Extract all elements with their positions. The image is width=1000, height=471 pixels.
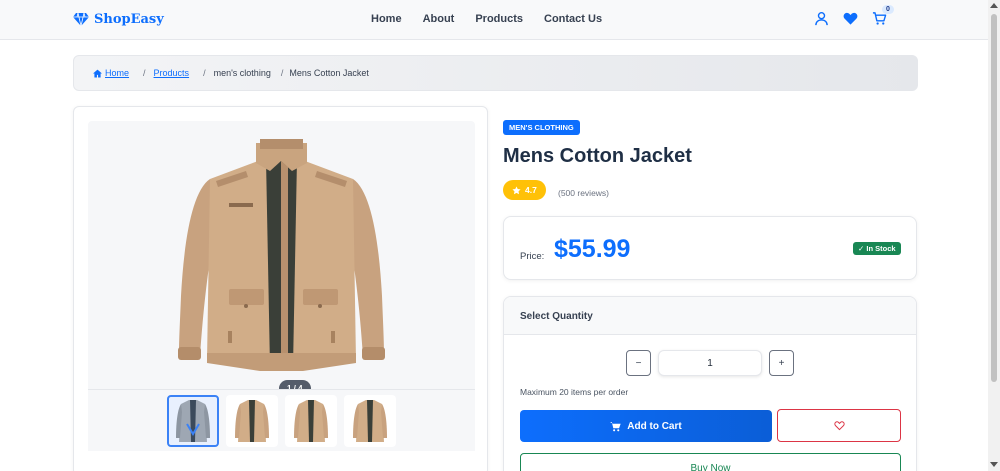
- price-card: Price: $55.99 ✓ In Stock: [503, 216, 917, 280]
- jacket-thumbnail-image: [353, 399, 387, 442]
- breadcrumb-products[interactable]: Products: [154, 68, 190, 78]
- add-to-cart-label: Add to Cart: [627, 420, 682, 432]
- page-scrollbar[interactable]: [988, 0, 1000, 471]
- scrollbar-thumb[interactable]: [991, 14, 997, 382]
- brand-logo[interactable]: ShopEasy: [73, 11, 164, 27]
- category-badge: MEN'S CLOTHING: [503, 120, 580, 135]
- star-icon: [512, 185, 521, 194]
- wishlist-button[interactable]: [777, 409, 901, 442]
- scroll-up-arrow-icon[interactable]: [990, 3, 998, 8]
- nav-links: Home About Products Contact Us: [371, 13, 623, 25]
- price-value: $55.99: [554, 235, 631, 263]
- heart-icon[interactable]: [843, 11, 858, 26]
- stock-badge: ✓ In Stock: [853, 242, 901, 255]
- nav-link-contact[interactable]: Contact Us: [544, 13, 602, 25]
- product-title: Mens Cotton Jacket: [503, 145, 692, 167]
- nav-icons: 0: [814, 5, 894, 26]
- add-to-cart-button[interactable]: Add to Cart: [520, 410, 772, 442]
- breadcrumb-current: Mens Cotton Jacket: [289, 68, 369, 78]
- price-label: Price:: [520, 251, 545, 262]
- navbar: ShopEasy Home About Products Contact Us …: [0, 0, 1000, 40]
- rating-value: 4.7: [525, 185, 537, 195]
- nav-link-products[interactable]: Products: [475, 13, 523, 25]
- breadcrumb-home-label: Home: [105, 68, 130, 78]
- gem-icon: [73, 12, 89, 27]
- quantity-stepper: − +: [626, 350, 794, 376]
- cart-button[interactable]: 0: [872, 5, 894, 26]
- quantity-limit-note: Maximum 20 items per order: [520, 387, 629, 397]
- nav-link-home[interactable]: Home: [371, 13, 402, 25]
- thumbnail[interactable]: [285, 394, 337, 447]
- cart-icon: [610, 421, 621, 431]
- jacket-image: [178, 139, 385, 371]
- quantity-header: Select Quantity: [504, 297, 916, 335]
- main-product-image[interactable]: 1 / 4: [88, 121, 475, 394]
- buy-now-button[interactable]: Buy Now: [520, 453, 901, 471]
- review-count: (500 reviews): [558, 188, 610, 198]
- thumbnail[interactable]: [344, 394, 396, 447]
- quantity-input[interactable]: [658, 350, 762, 376]
- thumbnail-strip: [88, 389, 475, 451]
- nav-link-about[interactable]: About: [423, 13, 455, 25]
- thumbnail[interactable]: [167, 394, 219, 447]
- rating-badge: 4.7: [503, 180, 546, 200]
- home-icon: [93, 69, 102, 77]
- jacket-thumbnail-image: [294, 399, 328, 442]
- breadcrumb-separator: /: [203, 68, 206, 78]
- heart-outline-icon: [833, 421, 845, 431]
- decrease-quantity-button[interactable]: −: [626, 350, 651, 376]
- breadcrumb-category: men's clothing: [213, 68, 271, 78]
- breadcrumb-home[interactable]: Home: [93, 68, 129, 78]
- brand-name: ShopEasy: [94, 11, 164, 27]
- jacket-thumbnail-image: [235, 399, 269, 442]
- increase-quantity-button[interactable]: +: [769, 350, 794, 376]
- breadcrumb: Home / Products / men's clothing / Mens …: [73, 55, 918, 91]
- breadcrumb-separator: /: [143, 68, 146, 78]
- product-gallery: 1 / 4: [73, 106, 488, 471]
- thumbnail[interactable]: [226, 394, 278, 447]
- quantity-card: Select Quantity − + Maximum 20 items per…: [503, 296, 917, 471]
- breadcrumb-separator: /: [280, 68, 284, 78]
- cart-count-badge: 0: [882, 5, 894, 14]
- scroll-down-arrow-icon[interactable]: [990, 462, 998, 467]
- jacket-thumbnail-image: [176, 399, 210, 442]
- user-icon[interactable]: [814, 11, 829, 26]
